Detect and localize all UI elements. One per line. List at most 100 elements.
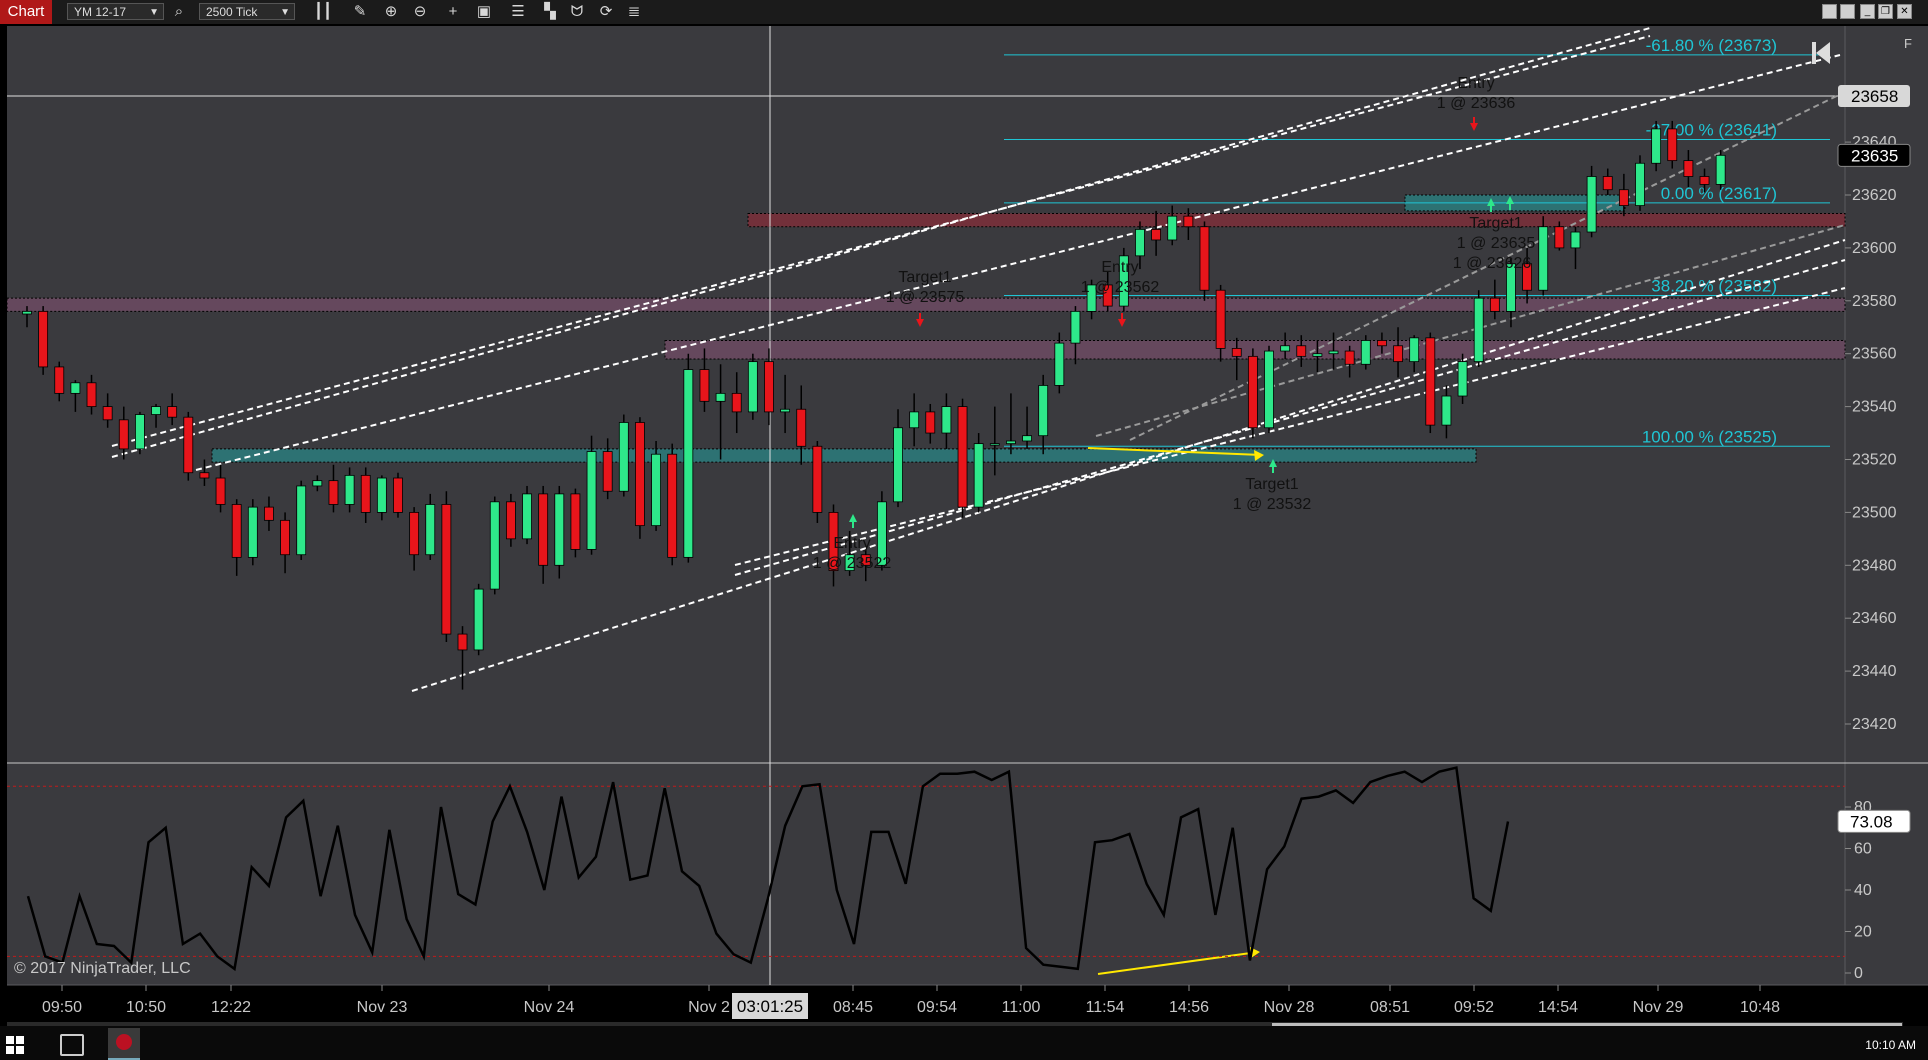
supply-zone[interactable]: [747, 213, 1846, 228]
candle-body: [135, 414, 145, 450]
zoom-in-icon[interactable]: ⊕: [381, 2, 401, 22]
panel-icon[interactable]: [1822, 4, 1837, 19]
candle: [635, 417, 645, 539]
restore-button[interactable]: ❐: [1878, 4, 1893, 19]
trade-label-detail: 1 @ 23636: [1437, 95, 1516, 112]
trade-label-detail: 1 @ 23532: [1233, 496, 1312, 513]
price-tick: 23560: [1852, 346, 1897, 363]
candle-body: [1328, 350, 1339, 355]
trade-label-title: Entry: [833, 535, 870, 552]
candle: [618, 414, 629, 497]
demand-zone[interactable]: [211, 448, 1477, 463]
price-tick: 23500: [1852, 504, 1897, 521]
candle: [441, 491, 452, 643]
task-view-icon[interactable]: [60, 1034, 84, 1056]
candle-body: [1006, 440, 1016, 445]
crosshair-price: 23658: [1851, 87, 1898, 106]
candle-body: [231, 504, 242, 558]
candle-body: [635, 422, 645, 527]
candle-body: [1538, 226, 1549, 291]
candle-body: [538, 493, 549, 566]
chart-canvas[interactable]: -61.80 % (23673) -27.00 % (23641) 0.00 % (…: [0, 24, 1928, 1030]
candle-body: [1473, 297, 1484, 363]
bar-type-icon[interactable]: ┃┃: [313, 2, 333, 22]
candle-body: [1135, 228, 1145, 257]
oscillator-tick: 20: [1854, 924, 1872, 941]
time-tick: 09:52: [1454, 999, 1494, 1016]
time-tick: 09:54: [917, 999, 957, 1016]
candle-body: [102, 406, 113, 421]
candle-body: [1554, 226, 1565, 249]
price-tick: 23600: [1852, 240, 1897, 257]
candle-body: [1651, 128, 1662, 164]
taskbar-clock: 10:10 AM: [1865, 1038, 1916, 1052]
candle-body: [570, 493, 581, 550]
search-icon[interactable]: ⌕: [169, 2, 189, 22]
candle-body: [360, 474, 371, 513]
candle-body: [1393, 345, 1403, 363]
time-tick: 14:56: [1169, 999, 1209, 1016]
time-tick: 10:50: [126, 999, 166, 1016]
minimize-button[interactable]: _: [1860, 4, 1875, 19]
candle: [1651, 120, 1662, 172]
price-tick: 23580: [1852, 293, 1897, 310]
indicators-icon[interactable]: ᗢ: [567, 2, 587, 22]
last-price: 23635: [1851, 146, 1898, 165]
oscillator-tick: 0: [1854, 965, 1863, 982]
time-tick: Nov 24: [524, 999, 575, 1016]
candle-body: [280, 519, 290, 556]
candle-body: [909, 411, 920, 429]
chart-panel[interactable]: -61.80 % (23673) -27.00 % (23641) 0.00 % (…: [0, 24, 1928, 1030]
candle-body: [1360, 340, 1371, 365]
refresh-icon[interactable]: ⟳: [596, 2, 616, 22]
candle-body: [989, 443, 1000, 446]
crosshair-icon[interactable]: +: [443, 2, 463, 22]
instrument-selector[interactable]: YM 12-17 ▼: [67, 3, 164, 20]
candle-body: [489, 501, 500, 590]
trade-label-title: Target1: [1245, 476, 1298, 493]
candle-body: [1022, 435, 1032, 442]
candle: [1538, 216, 1549, 296]
candle: [1199, 221, 1210, 301]
data-box-icon[interactable]: ☰: [508, 2, 528, 22]
chart-tab[interactable]: Chart: [0, 0, 52, 24]
ninjatrader-taskbar-icon[interactable]: [108, 1028, 140, 1060]
trade-label-detail: 1 @ 23562: [1081, 279, 1160, 296]
candle-body: [1715, 154, 1726, 185]
candle: [683, 353, 694, 563]
chevron-down-icon: ▼: [280, 7, 290, 18]
candle: [957, 398, 968, 518]
candle-body: [1618, 189, 1629, 206]
pencil-icon[interactable]: ✎: [350, 2, 370, 22]
f-label[interactable]: F: [1904, 36, 1912, 51]
panel2-icon[interactable]: [1840, 4, 1855, 19]
list-icon[interactable]: ≣: [624, 2, 644, 22]
candle-body: [780, 408, 791, 413]
trade-label-title: Target1: [898, 269, 951, 286]
time-tick: 08:51: [1370, 999, 1410, 1016]
candle: [812, 440, 823, 523]
candle-body: [1247, 355, 1258, 429]
windows-icon[interactable]: [6, 1036, 24, 1054]
candle-body: [522, 493, 532, 540]
close-button[interactable]: ✕: [1897, 4, 1912, 19]
candle: [586, 435, 597, 555]
trade-label-detail: 1 @ 23635: [1457, 235, 1536, 252]
period-selector[interactable]: 2500 Tick ▼: [199, 3, 295, 20]
candle: [1715, 150, 1726, 190]
zoom-out-icon[interactable]: ⊖: [410, 2, 430, 22]
candle-body: [457, 633, 468, 651]
candle-body: [554, 493, 565, 566]
time-tick: 09:50: [42, 999, 82, 1016]
strategies-icon[interactable]: ▚: [540, 2, 560, 22]
fib-label: 38.20 % (23582): [1651, 277, 1777, 296]
oscillator-tick: 60: [1854, 841, 1872, 858]
trade-label-detail: 1 @ 23626: [1453, 255, 1532, 272]
candle: [1360, 335, 1371, 370]
properties-icon[interactable]: ▣: [474, 2, 494, 22]
time-tick: Nov 29: [1633, 999, 1684, 1016]
candle-body: [1441, 395, 1452, 426]
candle: [554, 485, 565, 579]
candle-body: [1070, 310, 1081, 344]
trade-label-title: Entry: [1457, 75, 1494, 92]
